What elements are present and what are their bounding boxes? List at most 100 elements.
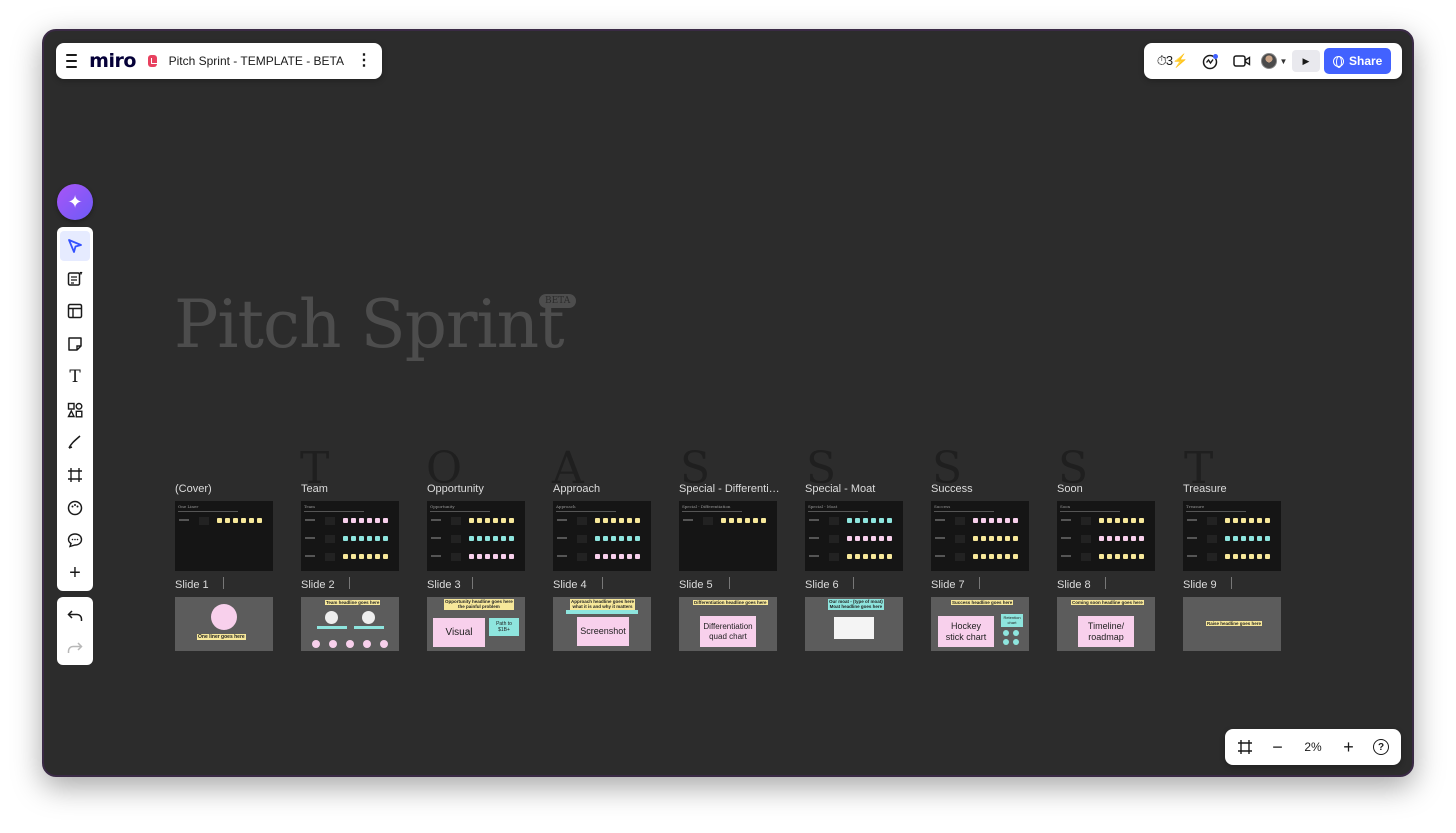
mini-sticky — [1249, 518, 1254, 523]
section-frame[interactable]: Approach — [553, 501, 651, 571]
slide-thumbnail-8[interactable]: Coming soon headline goes here Timeline/… — [1057, 597, 1155, 651]
slide-thumbnail-2[interactable]: Team headline goes here — [301, 597, 399, 651]
row-block — [199, 517, 209, 525]
mini-sticky — [351, 536, 356, 541]
board-header: miro Pitch Sprint - TEMPLATE - BETA ⋮ — [56, 43, 382, 79]
section-label[interactable]: Special - Moat — [805, 483, 909, 495]
video-call-icon[interactable] — [1228, 47, 1256, 75]
row-block — [703, 517, 713, 525]
history-toolbar — [57, 597, 93, 665]
ai-assistant-sparkle-icon[interactable]: ✦ — [57, 184, 93, 220]
more-tools-plus-icon[interactable]: + — [60, 558, 90, 588]
slide-thumbnail-3[interactable]: Opportunity headline goes here the painf… — [427, 597, 525, 651]
section-frame[interactable]: Special - Differentiation — [679, 501, 777, 571]
mini-sticky — [367, 554, 372, 559]
sticker-tool-icon[interactable] — [60, 493, 90, 523]
user-avatar-menu[interactable]: ▼ — [1260, 47, 1288, 75]
slide-label[interactable]: Slide 8 — [1057, 579, 1091, 591]
mini-sticky — [233, 518, 238, 523]
slide-label[interactable]: Slide 6 — [805, 579, 839, 591]
help-question-icon: ? — [1373, 739, 1389, 755]
section-frame-title: Success — [934, 504, 951, 509]
slide-label[interactable]: Slide 2 — [301, 579, 335, 591]
sticky-note-tool-icon[interactable] — [60, 329, 90, 359]
section-frame[interactable]: One Liner — [175, 501, 273, 571]
shapes-tool-icon[interactable] — [60, 395, 90, 425]
redo-svg — [67, 641, 83, 653]
section-frame[interactable]: Soon — [1057, 501, 1155, 571]
mini-sticky — [225, 518, 230, 523]
section-label[interactable]: Treasure — [1183, 483, 1287, 495]
mini-sticky — [367, 518, 372, 523]
slide-label[interactable]: Slide 1 — [175, 579, 209, 591]
section-frame[interactable]: Special - Moat — [805, 501, 903, 571]
slide-thumbnail-4[interactable]: Approach headline goes here what it is a… — [553, 597, 651, 651]
undo-icon[interactable] — [60, 601, 90, 630]
slide-headline: Team headline goes here — [325, 600, 381, 606]
hockey-stick-sticky: Hockey stick chart — [938, 616, 994, 647]
section-label[interactable]: Team — [301, 483, 405, 495]
layouts-tool-icon[interactable] — [60, 296, 90, 326]
mini-sticky — [1131, 518, 1136, 523]
slide-headline: Success headline goes here — [951, 600, 1014, 606]
section-frame[interactable]: Success — [931, 501, 1029, 571]
mini-sticky — [1013, 554, 1018, 559]
comment-tool-icon[interactable] — [60, 526, 90, 556]
section-frame[interactable]: Treasure — [1183, 501, 1281, 571]
cursor-svg — [68, 238, 82, 253]
slide-label[interactable]: Slide 9 — [1183, 579, 1217, 591]
slide-label[interactable]: Slide 5 — [679, 579, 713, 591]
activity-icon[interactable] — [1196, 47, 1224, 75]
section-label[interactable]: (Cover) — [175, 483, 279, 495]
mini-sticky — [217, 518, 222, 523]
slide-thumbnail-1[interactable]: One liner goes here — [175, 597, 273, 651]
section-frame[interactable]: Team — [301, 501, 399, 571]
mini-sticky — [871, 554, 876, 559]
slide-label[interactable]: Slide 4 — [553, 579, 587, 591]
slide-label[interactable]: Slide 3 — [427, 579, 461, 591]
frame-tool-icon[interactable] — [60, 460, 90, 490]
section-label[interactable]: Opportunity — [427, 483, 531, 495]
slide-thumbnail-6[interactable]: Our moat - (type of moat) Moat headline … — [805, 597, 903, 651]
zoom-level[interactable]: 2% — [1296, 740, 1330, 754]
canvas-title: Pitch Sprint — [174, 286, 565, 363]
slide-thumbnail-5[interactable]: Differentiation headline goes here Diffe… — [679, 597, 777, 651]
slide-label[interactable]: Slide 7 — [931, 579, 965, 591]
mini-sticky — [973, 554, 978, 559]
fit-to-screen-icon[interactable] — [1231, 733, 1259, 761]
section-label[interactable]: Soon — [1057, 483, 1161, 495]
board-title[interactable]: Pitch Sprint - TEMPLATE - BETA — [169, 54, 344, 68]
zoom-out-icon[interactable]: − — [1264, 733, 1292, 761]
select-tool-icon[interactable] — [60, 231, 90, 261]
row-label-line — [809, 519, 819, 521]
section-label[interactable]: Special - Differentiation — [679, 483, 783, 495]
team-photo — [325, 611, 338, 624]
help-icon[interactable]: ? — [1367, 733, 1395, 761]
miro-logo[interactable]: miro — [89, 50, 136, 72]
slide-divider — [472, 577, 473, 589]
reactions-timer-icon[interactable]: ⏱3⚡ — [1152, 47, 1192, 75]
mini-sticky — [383, 518, 388, 523]
section-label[interactable]: Approach — [553, 483, 657, 495]
redo-icon[interactable] — [60, 633, 90, 662]
templates-tool-icon[interactable] — [60, 264, 90, 294]
slide-thumbnail-9[interactable]: Raise headline goes here — [1183, 597, 1281, 651]
text-tool-icon[interactable]: T — [60, 362, 90, 392]
slide-thumbnail-7[interactable]: Success headline goes here Hockey stick … — [931, 597, 1029, 651]
path-sticky: Path to $1B+ — [489, 618, 519, 636]
main-menu-icon[interactable] — [66, 52, 78, 70]
mini-sticky — [1099, 518, 1104, 523]
share-button[interactable]: Share — [1324, 48, 1392, 74]
mini-sticky — [627, 536, 632, 541]
pen-tool-icon[interactable] — [60, 427, 90, 457]
section-frame[interactable]: Opportunity — [427, 501, 525, 571]
section-frame-subtitle-line — [1186, 511, 1246, 512]
mini-sticky — [989, 518, 994, 523]
section-label[interactable]: Success — [931, 483, 1035, 495]
zoom-in-icon[interactable]: + — [1335, 733, 1363, 761]
board-options-icon[interactable]: ⋮ — [356, 53, 372, 69]
present-play-icon[interactable]: ▶ — [1292, 50, 1320, 72]
mini-sticky — [383, 536, 388, 541]
mini-sticky — [501, 554, 506, 559]
mini-sticky — [1107, 554, 1112, 559]
